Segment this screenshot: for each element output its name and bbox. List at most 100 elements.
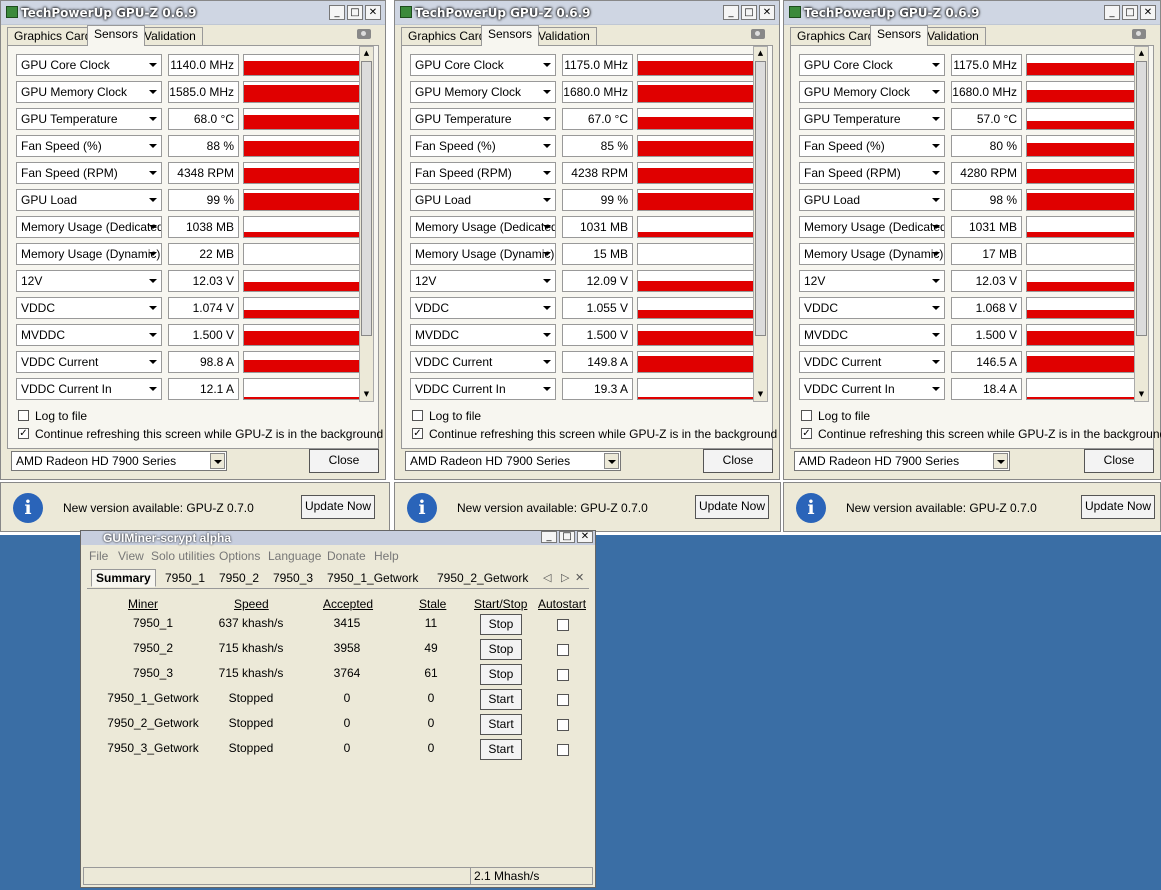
continue-refresh-checkbox[interactable]: ✓ — [801, 428, 812, 439]
sensor-name-dropdown[interactable]: VDDC — [799, 297, 945, 319]
log-to-file-checkbox[interactable] — [18, 410, 29, 421]
stop-button[interactable]: Stop — [480, 614, 522, 635]
sensor-name-dropdown[interactable]: Fan Speed (RPM) — [410, 162, 556, 184]
sensor-name-dropdown[interactable]: GPU Memory Clock — [799, 81, 945, 103]
autostart-checkbox[interactable] — [557, 619, 569, 631]
scroll-thumb[interactable] — [755, 61, 766, 336]
tab-validation[interactable]: Validation — [920, 27, 986, 45]
close-window-button[interactable]: ✕ — [759, 5, 775, 20]
sensor-name-dropdown[interactable]: VDDC — [16, 297, 162, 319]
stop-button[interactable]: Stop — [480, 664, 522, 685]
scroll-thumb[interactable] — [1136, 61, 1147, 336]
update-now-button[interactable]: Update Now — [301, 495, 375, 519]
autostart-checkbox[interactable] — [557, 694, 569, 706]
sensor-name-dropdown[interactable]: MVDDC — [410, 324, 556, 346]
sensor-name-dropdown[interactable]: GPU Memory Clock — [410, 81, 556, 103]
close-window-button[interactable]: ✕ — [1140, 5, 1156, 20]
minimize-button[interactable]: _ — [329, 5, 345, 20]
maximize-button[interactable]: □ — [741, 5, 757, 20]
scroll-down-icon[interactable]: ▼ — [361, 388, 372, 401]
sensor-name-dropdown[interactable]: Memory Usage (Dynamic) — [410, 243, 556, 265]
scroll-up-icon[interactable]: ▲ — [755, 47, 766, 60]
maximize-button[interactable]: □ — [347, 5, 363, 20]
sensor-name-dropdown[interactable]: VDDC Current In — [410, 378, 556, 400]
chevron-down-icon[interactable] — [993, 453, 1008, 469]
sensor-name-dropdown[interactable]: 12V — [16, 270, 162, 292]
menu-options[interactable]: Options — [219, 549, 260, 563]
minimize-button[interactable]: _ — [723, 5, 739, 20]
stop-button[interactable]: Stop — [480, 639, 522, 660]
sensor-name-dropdown[interactable]: VDDC Current — [410, 351, 556, 373]
menu-file[interactable]: File — [89, 549, 108, 563]
sensor-name-dropdown[interactable]: Memory Usage (Dynamic) — [16, 243, 162, 265]
sensor-name-dropdown[interactable]: MVDDC — [16, 324, 162, 346]
update-now-button[interactable]: Update Now — [695, 495, 769, 519]
tab-7950-3[interactable]: 7950_3 — [273, 571, 313, 585]
tab-sensors[interactable]: Sensors — [87, 25, 146, 46]
minimize-button[interactable]: _ — [541, 531, 557, 543]
sensor-name-dropdown[interactable]: Memory Usage (Dedicated) — [16, 216, 162, 238]
sensor-name-dropdown[interactable]: MVDDC — [799, 324, 945, 346]
titlebar[interactable]: TechPowerUp GPU-Z 0.6.9 _ □ ✕ — [395, 1, 779, 25]
sensor-scrollbar[interactable]: ▲ ▼ — [1134, 46, 1149, 402]
sensor-name-dropdown[interactable]: Fan Speed (%) — [16, 135, 162, 157]
sensor-name-dropdown[interactable]: Fan Speed (%) — [799, 135, 945, 157]
sensor-name-dropdown[interactable]: GPU Load — [16, 189, 162, 211]
miner-titlebar[interactable]: GUIMiner-scrypt alpha _ □ ✕ — [81, 531, 595, 545]
gpu-selector[interactable]: AMD Radeon HD 7900 Series — [794, 451, 1010, 471]
sensor-name-dropdown[interactable]: 12V — [410, 270, 556, 292]
tab-graphics-card[interactable]: Graphics Card — [7, 27, 99, 45]
sensor-name-dropdown[interactable]: GPU Load — [410, 189, 556, 211]
autostart-checkbox[interactable] — [557, 669, 569, 681]
tab-7950-1-getwork[interactable]: 7950_1_Getwork — [327, 571, 418, 585]
scroll-down-icon[interactable]: ▼ — [1136, 388, 1147, 401]
start-button[interactable]: Start — [480, 714, 522, 735]
sensor-name-dropdown[interactable]: VDDC — [410, 297, 556, 319]
update-now-button[interactable]: Update Now — [1081, 495, 1155, 519]
scroll-up-icon[interactable]: ▲ — [361, 47, 372, 60]
close-button[interactable]: Close — [309, 449, 379, 473]
sensor-scrollbar[interactable]: ▲ ▼ — [753, 46, 768, 402]
continue-refresh-checkbox[interactable]: ✓ — [412, 428, 423, 439]
tab-sensors[interactable]: Sensors — [870, 25, 929, 46]
sensor-name-dropdown[interactable]: GPU Temperature — [410, 108, 556, 130]
autostart-checkbox[interactable] — [557, 744, 569, 756]
sensor-name-dropdown[interactable]: Fan Speed (%) — [410, 135, 556, 157]
titlebar[interactable]: TechPowerUp GPU-Z 0.6.9 _ □ ✕ — [1, 1, 385, 25]
tab-scroll-left-icon[interactable]: ◁ — [543, 571, 551, 584]
tab-summary[interactable]: Summary — [91, 569, 156, 587]
start-button[interactable]: Start — [480, 689, 522, 710]
gpu-selector[interactable]: AMD Radeon HD 7900 Series — [405, 451, 621, 471]
gpu-selector[interactable]: AMD Radeon HD 7900 Series — [11, 451, 227, 471]
sensor-name-dropdown[interactable]: 12V — [799, 270, 945, 292]
tab-close-icon[interactable]: ✕ — [575, 571, 584, 584]
sensor-name-dropdown[interactable]: Memory Usage (Dedicated) — [799, 216, 945, 238]
sensor-name-dropdown[interactable]: GPU Core Clock — [799, 54, 945, 76]
log-to-file-checkbox[interactable] — [412, 410, 423, 421]
tab-graphics-card[interactable]: Graphics Card — [790, 27, 882, 45]
chevron-down-icon[interactable] — [210, 453, 225, 469]
menu-solo-utilities[interactable]: Solo utilities — [151, 549, 215, 563]
camera-icon[interactable] — [1132, 29, 1146, 39]
sensor-name-dropdown[interactable]: VDDC Current — [16, 351, 162, 373]
chevron-down-icon[interactable] — [604, 453, 619, 469]
log-to-file-checkbox[interactable] — [801, 410, 812, 421]
maximize-button[interactable]: □ — [1122, 5, 1138, 20]
scroll-thumb[interactable] — [361, 61, 372, 336]
tab-validation[interactable]: Validation — [531, 27, 597, 45]
sensor-name-dropdown[interactable]: Fan Speed (RPM) — [16, 162, 162, 184]
scroll-down-icon[interactable]: ▼ — [755, 388, 766, 401]
continue-refresh-checkbox[interactable]: ✓ — [18, 428, 29, 439]
sensor-name-dropdown[interactable]: GPU Memory Clock — [16, 81, 162, 103]
autostart-checkbox[interactable] — [557, 719, 569, 731]
sensor-name-dropdown[interactable]: GPU Temperature — [16, 108, 162, 130]
close-button[interactable]: Close — [1084, 449, 1154, 473]
tab-validation[interactable]: Validation — [137, 27, 203, 45]
menu-help[interactable]: Help — [374, 549, 399, 563]
start-button[interactable]: Start — [480, 739, 522, 760]
sensor-name-dropdown[interactable]: Fan Speed (RPM) — [799, 162, 945, 184]
sensor-name-dropdown[interactable]: VDDC Current — [799, 351, 945, 373]
tab-sensors[interactable]: Sensors — [481, 25, 540, 46]
tab-7950-2-getwork[interactable]: 7950_2_Getwork — [437, 571, 528, 585]
tab-scroll-right-icon[interactable]: ▷ — [561, 571, 569, 584]
